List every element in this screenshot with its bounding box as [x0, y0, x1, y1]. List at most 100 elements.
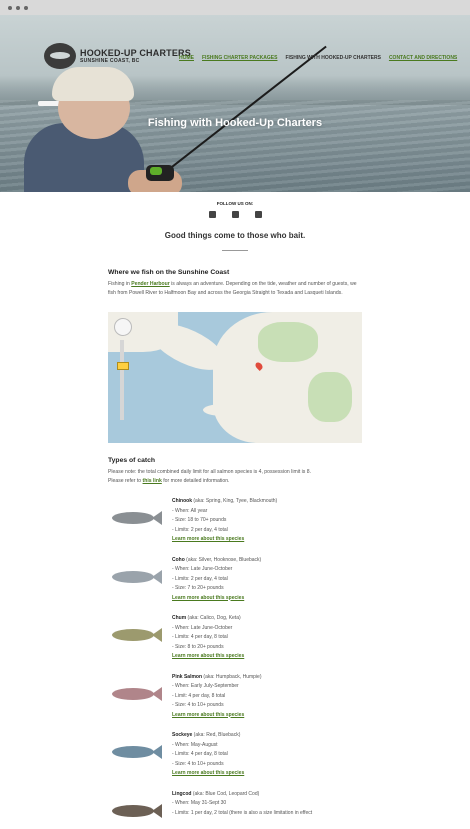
- fish-item: Lingcod (aka: Blue Cod, Leopard Cod) - Wh…: [108, 790, 362, 823]
- fish-detail-line: - When: Early July-September: [172, 683, 239, 689]
- catch-info-link[interactable]: this link: [143, 478, 162, 484]
- nav-home[interactable]: HOME: [179, 55, 194, 61]
- fish-tail-shape: [152, 569, 162, 584]
- fish-detail-line: - Size: 4 to 10+ pounds: [172, 702, 224, 708]
- fish-tail-shape: [152, 628, 162, 642]
- fish-illustration: [108, 740, 162, 764]
- fish-tail-shape: [152, 511, 162, 525]
- fish-name: Lingcod: [172, 790, 192, 797]
- fish-heading: Coho (aka: Silver, Hooknose, Blueback): [172, 556, 261, 566]
- fish-details: Lingcod (aka: Blue Cod, Leopard Cod) - Wh…: [172, 790, 312, 823]
- learn-more-link[interactable]: Learn more about this species: [172, 536, 244, 542]
- fish-heading: Chum (aka: Calico, Dog, Keta): [172, 614, 244, 624]
- window-dot-icon[interactable]: [24, 5, 28, 10]
- social-links: [0, 211, 470, 218]
- fish-item: Pink Salmon (aka: Humpback, Humpie) - Whe…: [108, 673, 362, 721]
- fish-body-shape: [112, 512, 154, 524]
- fish-details: Chinook (aka: Spring, King, Tyee, Blackm…: [172, 497, 277, 545]
- fish-detail-line: - Size: 7 to 20+ pounds: [172, 585, 224, 591]
- fish-name: Pink Salmon: [172, 673, 203, 680]
- logo-text: HOOKED-UP CHARTERS SUNSHINE COAST, BC: [80, 48, 191, 64]
- fish-aka: (aka: Calico, Dog, Keta): [186, 615, 241, 621]
- nav-fishing-with-hooked-up-charters[interactable]: FISHING WITH HOOKED-UP CHARTERS: [285, 55, 380, 61]
- fish-body-shape: [112, 687, 154, 700]
- main-content: Where we fish on the Sunshine Coast Fish…: [108, 268, 362, 823]
- fish-item: Coho (aka: Silver, Hooknose, Blueback) - …: [108, 556, 362, 604]
- fish-heading: Chinook (aka: Spring, King, Tyee, Blackm…: [172, 497, 277, 507]
- fish-heading: Pink Salmon (aka: Humpback, Humpie): [172, 673, 261, 683]
- fish-heading: Sockeye (aka: Red, Blueback): [172, 731, 244, 741]
- fish-detail-line: - Size: 8 to 20+ pounds: [172, 643, 224, 650]
- fish-aka: (aka: Blue Cod, Leopard Cod): [191, 790, 260, 797]
- map-pan-control[interactable]: [114, 318, 132, 336]
- tagline: Good things come to those who bait.: [164, 231, 306, 240]
- window-dot-icon[interactable]: [8, 5, 12, 10]
- fish-body-shape: [112, 746, 154, 758]
- fish-details: Pink Salmon (aka: Humpback, Humpie) - Whe…: [172, 673, 261, 721]
- follow-us-label: FOLLOW US ON:: [216, 201, 254, 206]
- catch-note-1: Please note: the total combined daily li…: [108, 469, 311, 475]
- fish-details: Coho (aka: Silver, Hooknose, Blueback) - …: [172, 556, 261, 604]
- types-of-catch: Types of catch Please note: the total co…: [108, 456, 362, 823]
- catch-note-2-post: for more detailed information.: [161, 478, 230, 484]
- fish-name: Coho: [172, 556, 185, 563]
- fish-item: Chum (aka: Calico, Dog, Keta) - When: Lat…: [108, 614, 362, 662]
- twitter-icon[interactable]: [231, 211, 239, 218]
- fish-detail-line: - When: May 31-Sept 30: [172, 800, 227, 806]
- fish-aka: (aka: Spring, King, Tyee, Blackmouth): [192, 498, 278, 504]
- fish-detail-line: - Limits: 4 per day, 8 total: [172, 634, 228, 640]
- fish-detail-line: - When: Late June-October: [172, 566, 233, 572]
- fish-illustration: [108, 565, 162, 589]
- fish-item: Chinook (aka: Spring, King, Tyee, Blackm…: [108, 497, 362, 545]
- fish-aka: (aka: Humpback, Humpie): [202, 673, 262, 680]
- fish-detail-line: - Limits: 4 per day, 8 total: [172, 751, 228, 757]
- nav-contact-and-directions[interactable]: CONTACT AND DIRECTIONS: [389, 55, 457, 61]
- window-dot-icon[interactable]: [16, 5, 20, 10]
- fish-name: Chum: [172, 615, 187, 621]
- fish-aka: (aka: Silver, Hooknose, Blueback): [184, 556, 262, 563]
- nav-fishing-charter-packages[interactable]: FISHING CHARTER PACKAGES: [202, 55, 277, 61]
- logo-line-2: SUNSHINE COAST, BC: [80, 58, 140, 64]
- facebook-icon[interactable]: [254, 211, 262, 218]
- fish-illustration: [108, 506, 162, 530]
- site-header: HOOKED-UP CHARTERS SUNSHINE COAST, BC HO…: [0, 15, 470, 77]
- browser-chrome: [0, 0, 470, 15]
- fish-detail-line: - When: Late June-October: [172, 624, 233, 631]
- fish-detail-line: - Limits: 2 per day, 4 total: [172, 575, 228, 582]
- reel-accent: [150, 167, 162, 175]
- fish-details: Sockeye (aka: Red, Blueback) - When: May-…: [172, 731, 244, 779]
- boat-shape: [38, 101, 60, 106]
- where-paragraph: Fishing in Pender Harbour is always an a…: [108, 280, 362, 298]
- fish-illustration: [108, 682, 162, 706]
- learn-more-link[interactable]: Learn more about this species: [172, 595, 244, 601]
- map-park: [308, 372, 352, 422]
- embedded-map[interactable]: [108, 312, 362, 443]
- learn-more-link[interactable]: Learn more about this species: [172, 653, 244, 659]
- fish-list: Chinook (aka: Spring, King, Tyee, Blackm…: [108, 497, 362, 823]
- fish-tail-shape: [152, 686, 162, 701]
- where-heading: Where we fish on the Sunshine Coast: [108, 269, 230, 276]
- main-nav: HOME FISHING CHARTER PACKAGES FISHING WI…: [179, 55, 457, 61]
- fish-detail-line: - Limit: 4 per day, 8 total: [172, 692, 226, 699]
- learn-more-link[interactable]: Learn more about this species: [172, 770, 244, 776]
- fish-name: Sockeye: [172, 732, 193, 738]
- map-pegman-icon[interactable]: [117, 362, 129, 370]
- instagram-icon[interactable]: [208, 211, 216, 218]
- pender-harbour-link[interactable]: Pender Harbour: [131, 281, 170, 287]
- learn-more-link[interactable]: Learn more about this species: [172, 712, 244, 718]
- logo-line-1: HOOKED-UP CHARTERS: [80, 48, 191, 58]
- fish-item: Sockeye (aka: Red, Blueback) - When: May-…: [108, 731, 362, 779]
- fish-heading: Lingcod (aka: Blue Cod, Leopard Cod): [172, 790, 312, 800]
- fish-body-shape: [112, 629, 154, 641]
- page-body: FOLLOW US ON: Good things come to those …: [0, 201, 470, 823]
- divider: [222, 250, 248, 251]
- fish-name: Chinook: [172, 498, 192, 504]
- map-zoom-slider[interactable]: [120, 340, 124, 420]
- site-logo[interactable]: HOOKED-UP CHARTERS SUNSHINE COAST, BC: [44, 43, 191, 69]
- hero-banner: HOOKED-UP CHARTERS SUNSHINE COAST, BC HO…: [0, 15, 470, 192]
- map-park: [258, 322, 318, 362]
- map-land: [203, 404, 243, 416]
- fish-body-shape: [112, 570, 154, 583]
- fish-illustration: [108, 623, 162, 647]
- fish-aka: (aka: Red, Blueback): [192, 732, 241, 738]
